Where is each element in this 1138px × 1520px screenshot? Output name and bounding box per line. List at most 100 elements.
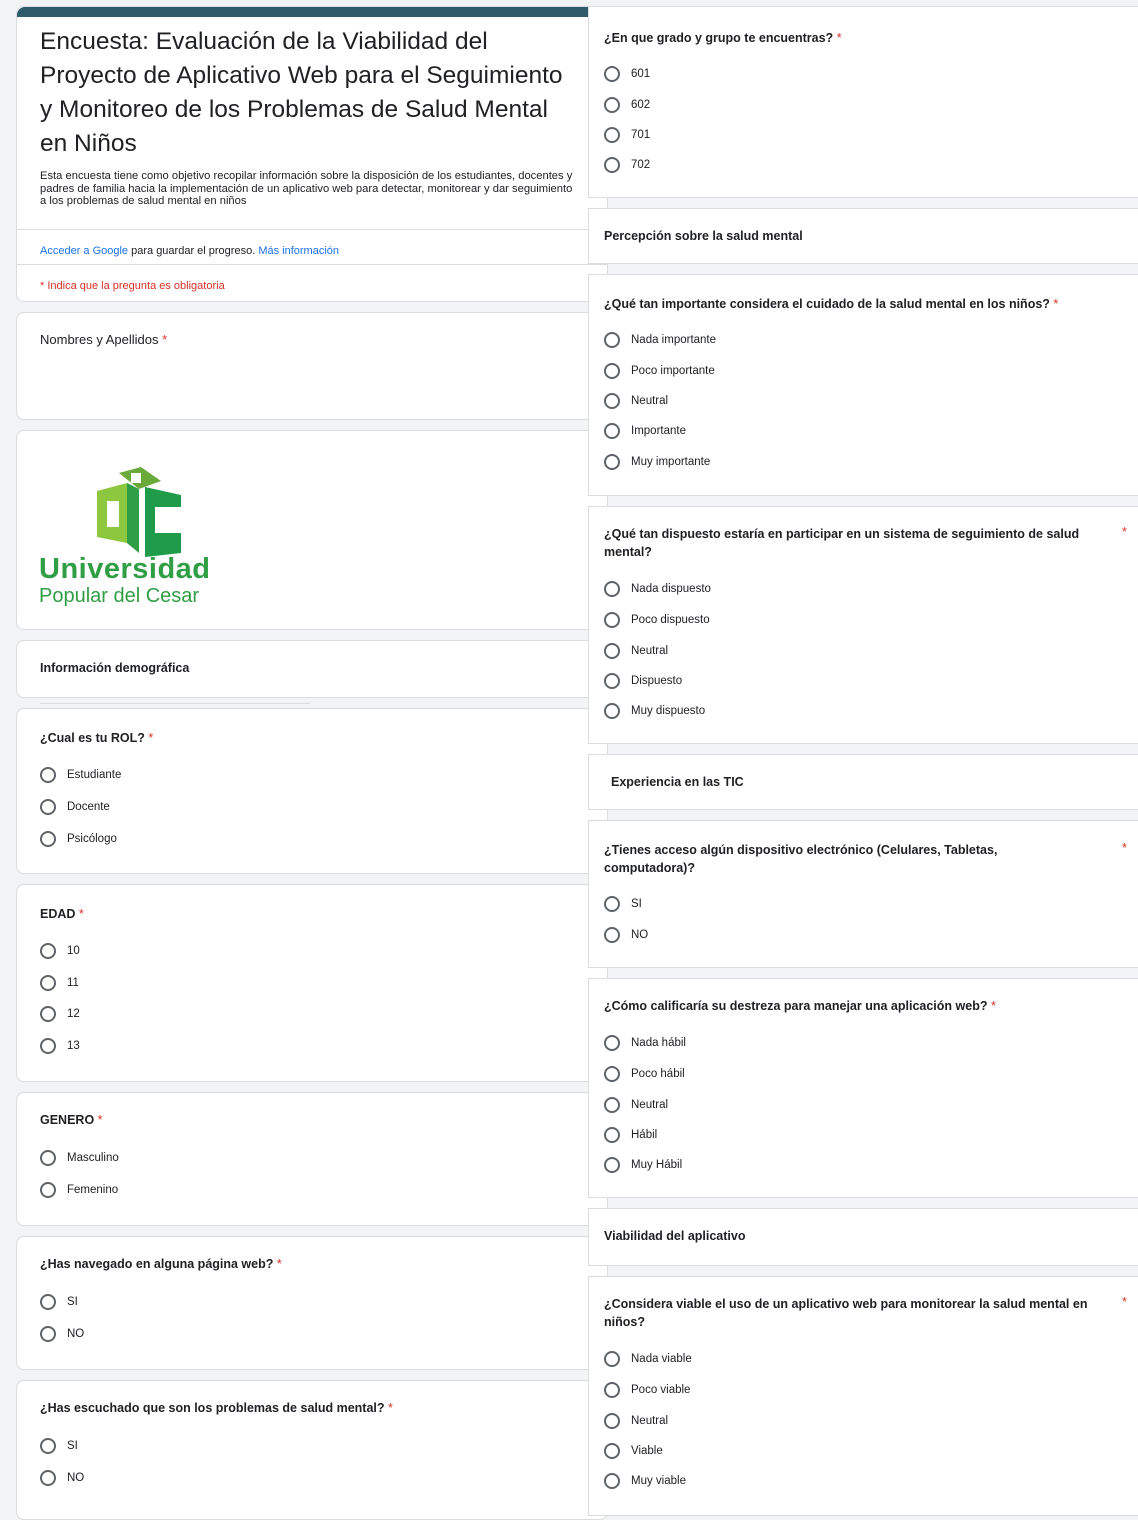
- signin-text: para guardar el progreso.: [128, 245, 259, 257]
- radio-icon[interactable]: [604, 1127, 620, 1143]
- radio-icon[interactable]: [40, 799, 56, 815]
- question-text: ¿Cómo calificaría su destreza para manej…: [604, 999, 988, 1013]
- radio-icon[interactable]: [604, 1066, 620, 1082]
- option-edad-12[interactable]: 12: [40, 1006, 80, 1022]
- required-star: *: [1122, 1295, 1127, 1309]
- radio-icon[interactable]: [604, 97, 620, 113]
- option-navegado-no[interactable]: NO: [40, 1326, 84, 1342]
- radio-icon[interactable]: [40, 943, 56, 959]
- option-viable-1[interactable]: Nada viable: [604, 1351, 692, 1367]
- question-label-edad: EDAD *: [40, 905, 84, 923]
- radio-icon[interactable]: [604, 332, 620, 348]
- option-viable-5[interactable]: Muy viable: [604, 1473, 686, 1489]
- radio-icon[interactable]: [604, 157, 620, 173]
- option-label: Muy importante: [631, 456, 711, 468]
- option-escuchado-si[interactable]: SI: [40, 1438, 78, 1454]
- radio-icon[interactable]: [40, 975, 56, 991]
- option-importancia-2[interactable]: Poco importante: [604, 363, 715, 379]
- question-card-dispositivo: ¿Tienes acceso algún dispositivo electró…: [588, 820, 1138, 968]
- option-destreza-3[interactable]: Neutral: [604, 1097, 668, 1113]
- signin-link[interactable]: Acceder a Google: [40, 245, 128, 257]
- radio-icon[interactable]: [40, 1470, 56, 1486]
- option-escuchado-no[interactable]: NO: [40, 1470, 84, 1486]
- radio-icon[interactable]: [40, 1038, 56, 1054]
- radio-icon[interactable]: [40, 1182, 56, 1198]
- radio-icon[interactable]: [604, 127, 620, 143]
- radio-icon[interactable]: [40, 1150, 56, 1166]
- radio-icon[interactable]: [604, 1413, 620, 1429]
- option-label: Muy viable: [631, 1475, 686, 1487]
- radio-icon[interactable]: [40, 1326, 56, 1342]
- option-importancia-1[interactable]: Nada importante: [604, 332, 716, 348]
- radio-icon[interactable]: [604, 896, 620, 912]
- question-text: ¿Has escuchado que son los problemas de …: [40, 1401, 385, 1415]
- section-title-percepcion: Percepción sobre la salud mental: [604, 229, 803, 243]
- radio-icon[interactable]: [604, 393, 620, 409]
- option-dispuesto-4[interactable]: Dispuesto: [604, 673, 682, 689]
- radio-icon[interactable]: [604, 581, 620, 597]
- option-dispositivo-si[interactable]: SI: [604, 896, 642, 912]
- radio-icon[interactable]: [604, 673, 620, 689]
- option-label: Psicólogo: [67, 833, 117, 845]
- option-grado-601[interactable]: 601: [604, 66, 650, 82]
- option-genero-masculino[interactable]: Masculino: [40, 1150, 119, 1166]
- option-label: NO: [631, 929, 649, 941]
- more-info-link[interactable]: Más información: [258, 245, 339, 257]
- radio-icon[interactable]: [40, 1294, 56, 1310]
- option-importancia-5[interactable]: Muy importante: [604, 454, 710, 470]
- option-destreza-5[interactable]: Muy Hábil: [604, 1157, 682, 1173]
- option-edad-10[interactable]: 10: [40, 943, 80, 959]
- radio-icon[interactable]: [604, 1097, 620, 1113]
- option-dispuesto-1[interactable]: Nada dispuesto: [604, 581, 711, 597]
- radio-icon[interactable]: [604, 454, 620, 470]
- radio-icon[interactable]: [40, 1006, 56, 1022]
- radio-icon[interactable]: [604, 423, 620, 439]
- option-viable-3[interactable]: Neutral: [604, 1413, 668, 1429]
- option-importancia-3[interactable]: Neutral: [604, 393, 668, 409]
- option-edad-13[interactable]: 13: [40, 1038, 80, 1054]
- radio-icon[interactable]: [40, 767, 56, 783]
- radio-icon[interactable]: [604, 66, 620, 82]
- option-grado-702[interactable]: 702: [604, 157, 650, 173]
- university-logo-icon: [97, 467, 181, 557]
- option-dispuesto-3[interactable]: Neutral: [604, 643, 668, 659]
- radio-icon[interactable]: [40, 1438, 56, 1454]
- required-star: *: [990, 999, 996, 1013]
- radio-icon[interactable]: [604, 1157, 620, 1173]
- option-rol-docente[interactable]: Docente: [40, 799, 110, 815]
- radio-icon[interactable]: [604, 1351, 620, 1367]
- radio-icon[interactable]: [604, 643, 620, 659]
- option-label: 602: [631, 99, 651, 111]
- option-importancia-4[interactable]: Importante: [604, 423, 686, 439]
- option-viable-4[interactable]: Viable: [604, 1443, 663, 1459]
- question-text: ¿Tienes acceso algún dispositivo electró…: [604, 843, 998, 875]
- option-label: 13: [67, 1040, 80, 1052]
- option-dispuesto-5[interactable]: Muy dispuesto: [604, 703, 705, 719]
- option-navegado-si[interactable]: SI: [40, 1294, 78, 1310]
- radio-icon[interactable]: [604, 1473, 620, 1489]
- option-destreza-2[interactable]: Poco hábil: [604, 1066, 685, 1082]
- radio-icon[interactable]: [604, 703, 620, 719]
- required-star: *: [78, 907, 84, 921]
- option-dispuesto-2[interactable]: Poco dispuesto: [604, 612, 710, 628]
- name-question-label: Nombres y Apellidos *: [40, 331, 167, 349]
- option-grado-602[interactable]: 602: [604, 97, 650, 113]
- option-edad-11[interactable]: 11: [40, 975, 79, 991]
- option-destreza-1[interactable]: Nada hábil: [604, 1035, 686, 1051]
- question-card-genero: GENERO * Masculino Femenino: [16, 1092, 608, 1226]
- radio-icon[interactable]: [604, 1443, 620, 1459]
- option-genero-femenino[interactable]: Femenino: [40, 1182, 118, 1198]
- option-grado-701[interactable]: 701: [604, 127, 650, 143]
- radio-icon[interactable]: [604, 363, 620, 379]
- option-destreza-4[interactable]: Hábil: [604, 1127, 657, 1143]
- radio-icon[interactable]: [604, 1382, 620, 1398]
- option-dispositivo-no[interactable]: NO: [604, 927, 648, 943]
- radio-icon[interactable]: [604, 927, 620, 943]
- option-rol-estudiante[interactable]: Estudiante: [40, 767, 121, 783]
- radio-icon[interactable]: [604, 1035, 620, 1051]
- radio-icon[interactable]: [604, 612, 620, 628]
- radio-icon[interactable]: [40, 831, 56, 847]
- option-viable-2[interactable]: Poco viable: [604, 1382, 690, 1398]
- option-rol-psicologo[interactable]: Psicólogo: [40, 831, 117, 847]
- option-label: SI: [67, 1440, 78, 1452]
